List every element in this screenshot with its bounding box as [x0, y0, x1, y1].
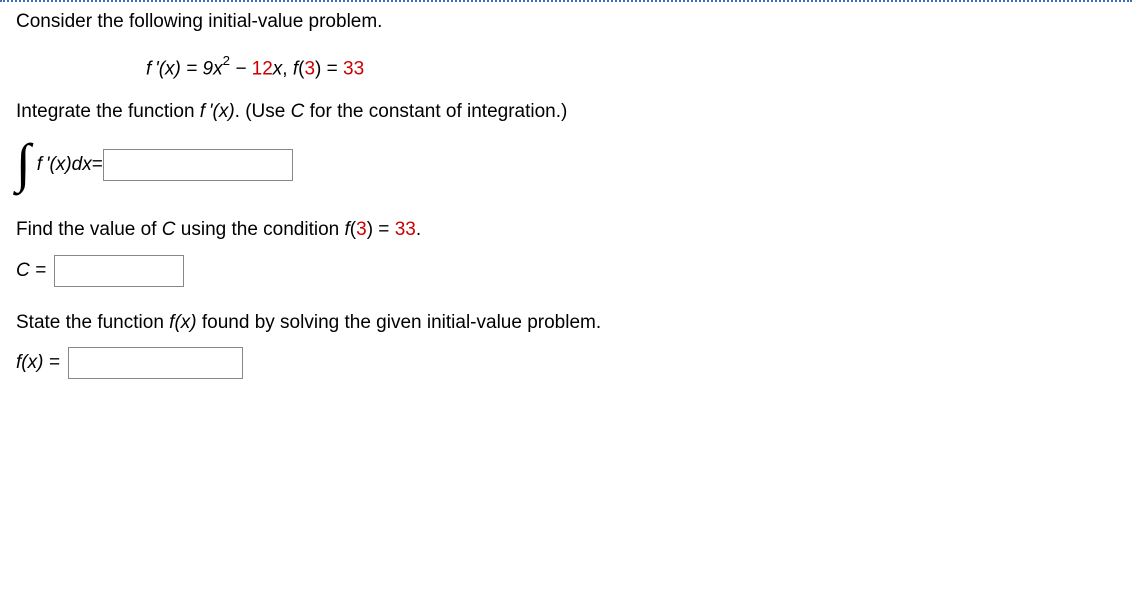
findc-close: ) = — [367, 219, 395, 240]
fx-answer-input[interactable] — [68, 347, 243, 379]
findc-mid: using the condition — [176, 219, 345, 240]
state-func: f(x) — [169, 312, 196, 333]
c-label: C = — [16, 260, 46, 282]
integrand-text: f '(x)dx — [37, 154, 92, 176]
c-value-input[interactable] — [54, 255, 184, 287]
integrate-C: C — [291, 101, 305, 122]
find-c-instruction: Find the value of C using the condition … — [16, 216, 1116, 245]
integral-row: ∫ f '(x)dx = — [16, 138, 1116, 192]
integral-equals: = — [92, 154, 103, 176]
c-input-row: C = — [16, 255, 1116, 287]
findc-end: . — [416, 219, 421, 240]
state-suffix: found by solving the given initial-value… — [197, 312, 602, 333]
findc-cond-x: 3 — [356, 219, 367, 240]
findc-prefix: Find the value of — [16, 219, 162, 240]
equation-cond-x: 3 — [304, 58, 315, 79]
integral-answer-input[interactable] — [103, 149, 293, 181]
intro-text: Consider the following initial-value pro… — [16, 8, 1116, 37]
equation-mid: − 12x, f(3) = 33 — [230, 58, 364, 79]
given-equation: f '(x) = 9x2 − 12x, f(3) = 33 — [146, 55, 1116, 80]
state-prefix: State the function — [16, 312, 169, 333]
findc-C: C — [162, 219, 176, 240]
integrate-prefix: Integrate the function — [16, 101, 200, 122]
integrate-suffix2: for the constant of integration.) — [304, 101, 567, 122]
fx-input-row: f(x) = — [16, 347, 1116, 379]
fx-label: f(x) = — [16, 352, 60, 374]
state-instruction: State the function f(x) found by solving… — [16, 309, 1116, 338]
integrate-instruction: Integrate the function f '(x). (Use C fo… — [16, 98, 1116, 127]
equation-exponent: 2 — [223, 53, 230, 68]
integral-sign-icon: ∫ — [16, 136, 31, 190]
equation-cond-val: 33 — [343, 58, 364, 79]
problem-content: Consider the following initial-value pro… — [0, 2, 1132, 419]
integrate-suffix1: . (Use — [235, 101, 291, 122]
equation-lhs: f '(x) = 9x — [146, 58, 223, 79]
findc-cond-val: 33 — [395, 219, 416, 240]
integrate-func: f '(x) — [200, 101, 235, 122]
